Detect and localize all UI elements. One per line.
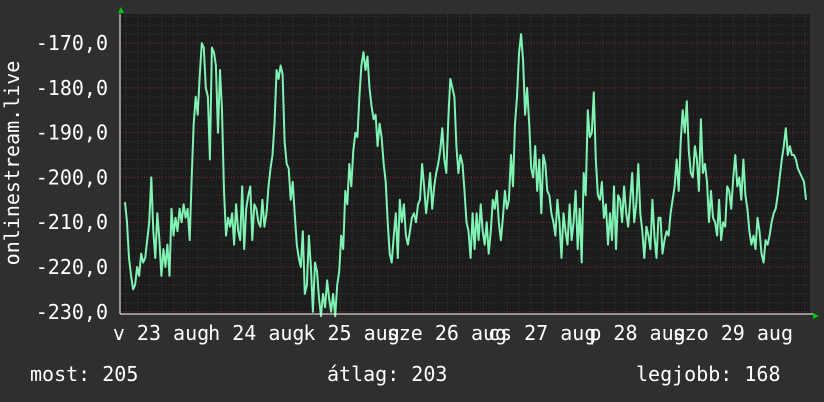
y-tick-label: -190,0 [36, 121, 108, 145]
x-tick-label: p 28 aug [589, 321, 685, 345]
y-tick-label: -230,0 [36, 300, 108, 324]
current-stat: most: 205 [30, 362, 138, 386]
best-stat: legjobb: 168 [636, 362, 781, 386]
x-axis-ticks: v 23 augh 24 augk 25 augsze 26 augcs 27 … [113, 321, 793, 345]
best-label: legjobb: [636, 362, 733, 386]
y-tick-label: -180,0 [36, 76, 108, 100]
x-tick-label: v 23 aug [113, 321, 209, 345]
x-axis-arrow [813, 313, 819, 319]
y-tick-label: -200,0 [36, 165, 108, 189]
y-axis-ticks: -170,0 -180,0 -190,0 -200,0 -210,0 -220,0 -230… [36, 31, 108, 324]
current-value: 205 [102, 362, 139, 386]
y-tick-label: -210,0 [36, 210, 108, 234]
average-value: 203 [411, 362, 448, 386]
x-tick-label: cs 27 aug [488, 321, 596, 345]
y-tick-label: -220,0 [36, 255, 108, 279]
y-tick-label: -170,0 [36, 31, 108, 55]
average-stat: átlag: 203 [327, 362, 447, 386]
x-tick-label: k 25 aug [303, 321, 399, 345]
x-tick-label: h 24 aug [208, 321, 304, 345]
best-value: 168 [744, 362, 781, 386]
x-tick-label: szo 29 aug [673, 321, 793, 345]
line-chart: -170,0 -180,0 -190,0 -200,0 -210,0 -220,0 -230… [0, 7, 819, 345]
y-axis-title: onlinestream.live [0, 61, 24, 266]
average-label: átlag: [327, 362, 400, 386]
y-axis-arrow [118, 7, 124, 13]
current-label: most: [30, 362, 91, 386]
